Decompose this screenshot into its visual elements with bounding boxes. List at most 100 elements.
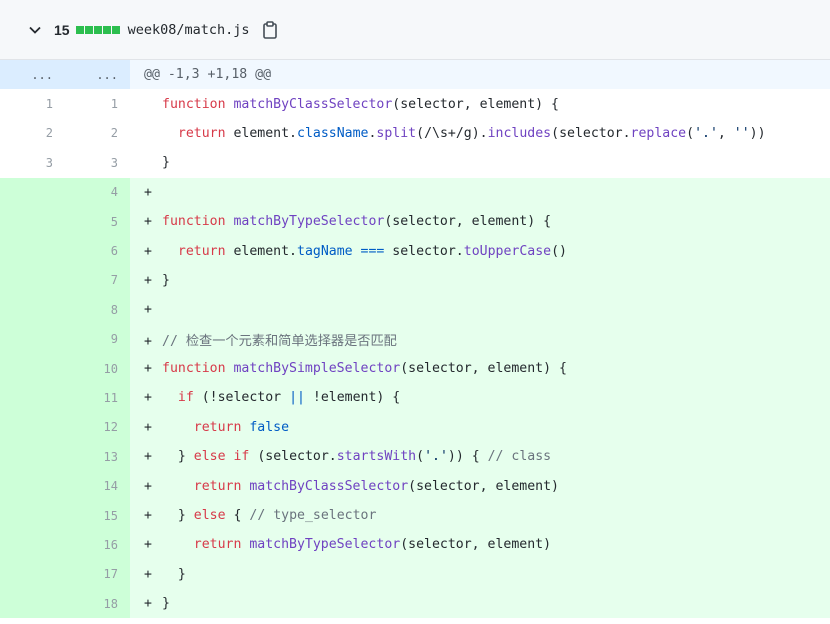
old-line-number[interactable]: 2 [0, 118, 65, 149]
code-line: + } else if (selector.startsWith('.')) {… [130, 442, 830, 472]
code-token: , [717, 125, 734, 141]
diff-line-added: 16 + return matchByTypeSelector(selector… [0, 530, 830, 560]
new-line-number[interactable]: 16 [65, 530, 130, 560]
new-line-number[interactable]: 15 [65, 500, 130, 531]
diffstat-block [84, 25, 93, 34]
new-line-number[interactable]: 2 [65, 118, 130, 149]
diff-line-added: 11 + if (!selector || !element) { [0, 383, 830, 413]
code-token: '.' [424, 449, 448, 465]
code-line: + if (!selector || !element) { [130, 383, 830, 413]
code-token: replace [630, 125, 687, 141]
added-marker: + [144, 333, 152, 349]
code-token: (selector, element) [400, 537, 552, 553]
code-token: function [162, 214, 234, 230]
new-line-number[interactable]: 11 [65, 383, 130, 413]
diffstat-bar [75, 25, 120, 34]
old-line-number[interactable] [0, 383, 65, 413]
diff-line-added: 14 + return matchByClassSelector(selecto… [0, 471, 830, 501]
diff-line-added: 15 + } else { // type_selector [0, 500, 830, 531]
diff-line-added: 12 + return false [0, 412, 830, 443]
code-token: selector. [392, 243, 464, 259]
code-line: + } [130, 559, 830, 590]
code-token: === [352, 243, 393, 259]
old-line-number[interactable] [0, 324, 65, 354]
old-line-number[interactable] [0, 530, 65, 560]
old-line-number[interactable]: 3 [0, 148, 65, 178]
old-line-number[interactable] [0, 471, 65, 501]
code-token: )) { [447, 449, 488, 465]
expand-up-button[interactable]: ... [0, 60, 65, 90]
new-line-number[interactable]: 3 [65, 148, 130, 178]
added-marker: + [144, 214, 152, 230]
old-line-number[interactable] [0, 559, 65, 590]
code-token: element. [233, 243, 297, 259]
code-token: } [162, 596, 170, 612]
added-marker: + [144, 302, 152, 318]
new-line-number[interactable]: 4 [65, 177, 130, 207]
new-line-number[interactable]: 7 [65, 265, 130, 296]
old-line-number[interactable] [0, 206, 65, 237]
added-marker: + [144, 390, 152, 406]
code-token: className [297, 125, 369, 141]
added-marker: + [144, 508, 152, 524]
old-line-number[interactable] [0, 589, 65, 619]
new-line-number[interactable]: 6 [65, 236, 130, 266]
code-token: ( [686, 125, 695, 141]
old-line-number[interactable] [0, 353, 65, 384]
code-token: tagName [297, 243, 353, 259]
code-comment: // type_selector [249, 508, 377, 524]
added-marker: + [144, 272, 152, 288]
code-token: (selector, element) { [400, 361, 567, 377]
old-line-number[interactable] [0, 236, 65, 266]
code-token: } [177, 508, 194, 524]
expand-down-button[interactable]: ... [65, 60, 130, 90]
new-line-number[interactable]: 14 [65, 471, 130, 501]
old-line-number[interactable] [0, 412, 65, 443]
new-line-number[interactable]: 1 [65, 89, 130, 119]
code-token: () [551, 243, 567, 259]
code-token: !element) { [304, 390, 401, 406]
code-token: '' [733, 125, 750, 141]
diff-line-added: 4 + [0, 177, 830, 207]
code-token: toUpperCase [463, 243, 552, 259]
code-token: (!selector [201, 390, 290, 406]
old-line-number[interactable]: 1 [0, 89, 65, 119]
clipboard-icon[interactable] [262, 20, 280, 40]
old-line-number[interactable] [0, 295, 65, 325]
diff-line-added: 6 + return element.tagName === selector.… [0, 236, 830, 266]
code-token: (selector, element) { [392, 96, 559, 112]
code-token: return [177, 125, 234, 141]
new-line-number[interactable]: 9 [65, 324, 130, 354]
hunk-header: @@ -1,3 +1,18 @@ [130, 60, 830, 90]
new-line-number[interactable]: 5 [65, 206, 130, 237]
code-token: startsWith [336, 449, 417, 465]
new-line-number[interactable]: 8 [65, 295, 130, 325]
code-line: + // 检查一个元素和简单选择器是否匹配 [130, 324, 830, 354]
new-line-number[interactable]: 12 [65, 412, 130, 443]
diffstat-block [75, 25, 84, 34]
new-line-number[interactable]: 13 [65, 442, 130, 472]
code-line: + function matchByTypeSelector(selector, … [130, 206, 830, 237]
old-line-number[interactable] [0, 442, 65, 472]
code-token: || [289, 390, 305, 406]
diffstat-block [111, 25, 120, 34]
added-marker: + [144, 596, 152, 612]
diff-line-added: 8 + [0, 295, 830, 325]
old-line-number[interactable] [0, 500, 65, 531]
file-path-link[interactable]: week08/match.js [128, 22, 250, 38]
code-token: } [162, 272, 170, 288]
code-token: matchByClassSelector [233, 96, 393, 112]
new-line-number[interactable]: 18 [65, 589, 130, 619]
old-line-number[interactable] [0, 177, 65, 207]
file-header: 15 week08/match.js [0, 0, 830, 60]
added-marker: + [144, 537, 152, 553]
diffstat-block [93, 25, 102, 34]
code-token: (selector. [551, 125, 631, 141]
chevron-down-icon[interactable] [28, 19, 50, 41]
new-line-number[interactable]: 17 [65, 559, 130, 590]
code-token: if [177, 390, 202, 406]
new-line-number[interactable]: 10 [65, 353, 130, 384]
code-line: + function matchBySimpleSelector(selector… [130, 353, 830, 384]
old-line-number[interactable] [0, 265, 65, 296]
added-marker: + [144, 361, 152, 377]
